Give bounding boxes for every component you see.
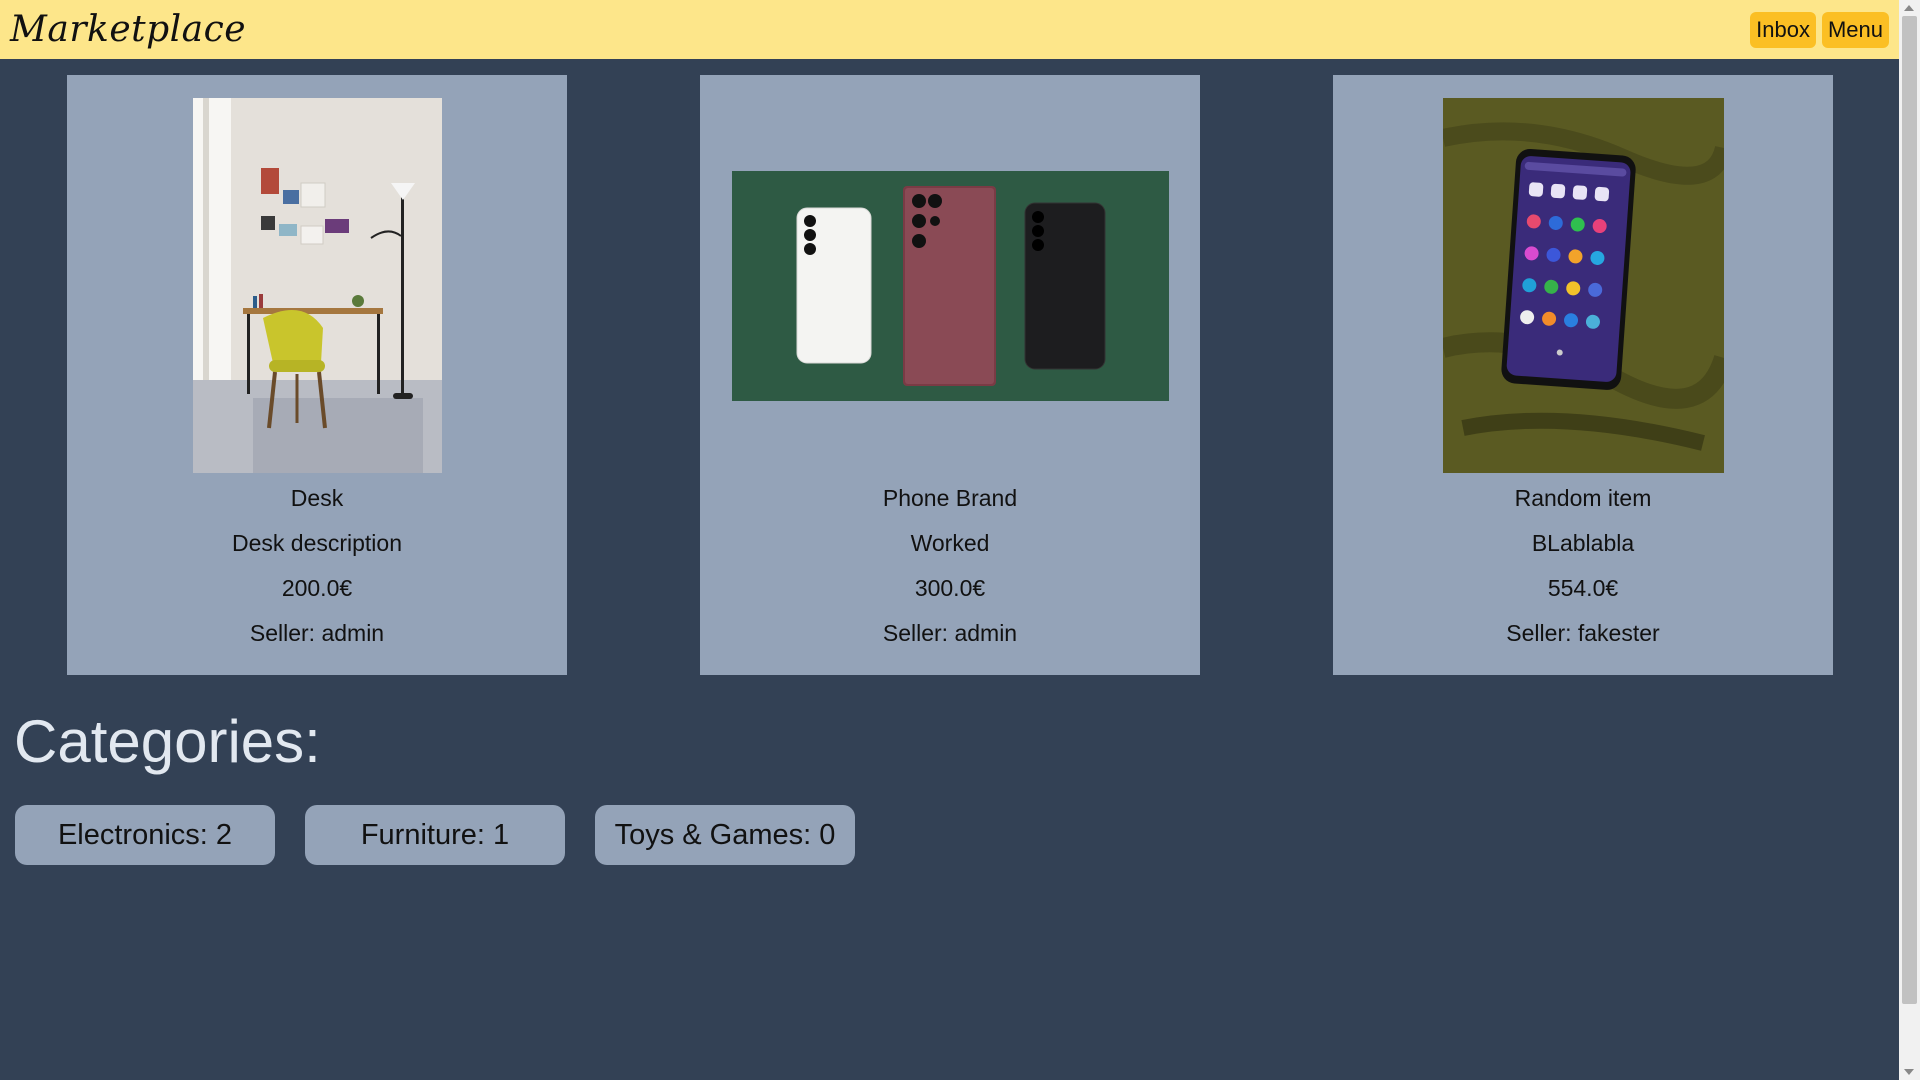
listing-image[interactable]	[1333, 98, 1833, 473]
listing-seller: Seller: admin	[249, 620, 385, 646]
brand-logo[interactable]: Marketplace	[10, 9, 246, 50]
category-electronics-button[interactable]: Electronics: 2	[15, 805, 275, 865]
top-navbar: Marketplace Inbox Menu	[0, 0, 1899, 59]
phone-on-fabric-photo	[1442, 98, 1724, 473]
scroll-thumb[interactable]	[1902, 16, 1917, 1004]
category-list: Electronics: 2 Furniture: 1 Toys & Games…	[15, 805, 855, 865]
inbox-button[interactable]: Inbox	[1750, 11, 1816, 48]
categories-heading: Categories:	[14, 708, 321, 775]
category-furniture-button[interactable]: Furniture: 1	[305, 805, 565, 865]
listing-card[interactable]: Random item BLablabla 554.0€ Seller: fak…	[1333, 75, 1833, 675]
listing-price: 200.0€	[281, 575, 353, 601]
listing-description: BLablabla	[1531, 530, 1635, 556]
listing-card[interactable]: Phone Brand Worked 300.0€ Seller: admin	[700, 75, 1200, 675]
listing-description: Worked	[910, 530, 990, 556]
listing-seller: Seller: fakester	[1506, 620, 1660, 646]
scroll-up-arrow-icon[interactable]	[1904, 5, 1914, 11]
header-actions: Inbox Menu	[1750, 11, 1889, 48]
listing-card[interactable]: Desk Desk description 200.0€ Seller: adm…	[67, 75, 567, 675]
listing-image[interactable]	[700, 98, 1200, 473]
listing-price: 300.0€	[914, 575, 986, 601]
listing-title: Desk	[290, 485, 344, 511]
category-toys-games-button[interactable]: Toys & Games: 0	[595, 805, 855, 865]
phones-photo	[731, 170, 1169, 401]
desk-photo	[192, 98, 442, 473]
listing-seller: Seller: admin	[882, 620, 1018, 646]
scroll-down-arrow-icon[interactable]	[1904, 1069, 1914, 1075]
listing-title: Phone Brand	[882, 485, 1018, 511]
menu-button[interactable]: Menu	[1821, 11, 1889, 48]
listing-price: 554.0€	[1547, 575, 1619, 601]
vertical-scrollbar[interactable]	[1899, 0, 1920, 1080]
listing-description: Desk description	[231, 530, 403, 556]
listing-title: Random item	[1514, 485, 1652, 511]
listing-image[interactable]	[67, 98, 567, 473]
